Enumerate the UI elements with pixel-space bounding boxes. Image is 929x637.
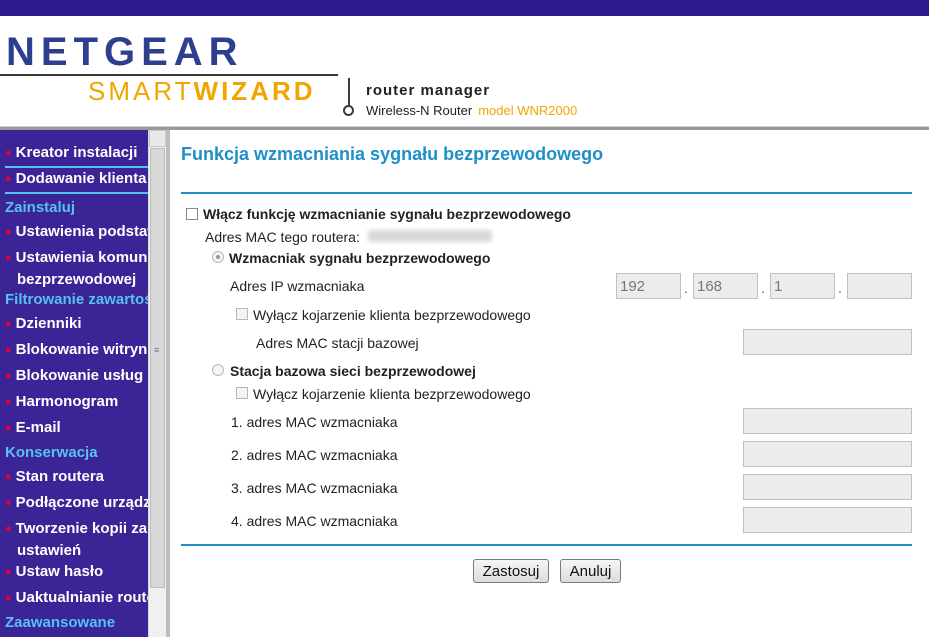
sidebar-item-dodawanie-klienta[interactable]: ● Dodawanie klienta xyxy=(5,169,147,189)
top-bar xyxy=(0,0,929,16)
repeater-disable-assoc-label: Wyłącz kojarzenie klienta bezprzewodoweg… xyxy=(253,307,531,323)
title-rule xyxy=(181,192,912,194)
bullet-icon: ● xyxy=(5,497,12,509)
bullet-icon: ● xyxy=(5,471,12,483)
bullet-icon: ● xyxy=(5,370,12,382)
sidebar-item-kreator-instalacji[interactable]: ● Kreator instalacji xyxy=(5,143,137,163)
enable-repeater-label: Włącz funkcję wzmacnianie sygnału bezprz… xyxy=(203,206,571,222)
sidebar-item-blokowanie-uslug[interactable]: ● Blokowanie usług xyxy=(5,366,143,386)
smartwizard-logo: SMARTWIZARD xyxy=(88,76,316,107)
base-disable-assoc-label: Wyłącz kojarzenie klienta bezprzewodoweg… xyxy=(253,386,531,402)
sidebar-section-filtrowanie[interactable]: Filtrowanie zawartości xyxy=(5,290,148,310)
bullet-icon: ● xyxy=(5,147,12,159)
repeater-mac-2-input[interactable] xyxy=(743,441,912,467)
sidebar-item-ustawienia-komunikacji[interactable]: ●Ustawienia komunikacjibezprzewodowej xyxy=(5,247,148,290)
bullet-icon: ● xyxy=(5,422,12,434)
router-admin-page: NETGEAR SMARTWIZARD router manager Wirel… xyxy=(0,0,929,637)
main-content: Funkcja wzmacniania sygnału bezprzewodow… xyxy=(170,130,929,637)
ip-octet-2-input[interactable] xyxy=(693,273,758,299)
sidebar-item-dzienniki[interactable]: ● Dzienniki xyxy=(5,314,82,334)
scrollbar-thumb[interactable]: ≡ xyxy=(150,148,165,588)
sidebar-item-stan-routera[interactable]: ● Stan routera xyxy=(5,467,104,487)
repeater-mac-3-label: 3. adres MAC wzmacniaka xyxy=(231,480,398,496)
ip-separator: . xyxy=(838,280,842,296)
router-mac-value xyxy=(368,230,492,242)
header: NETGEAR SMARTWIZARD router manager Wirel… xyxy=(0,16,929,126)
bullet-icon: ● xyxy=(5,226,12,238)
repeater-mac-4-label: 4. adres MAC wzmacniaka xyxy=(231,513,398,529)
repeater-disable-assoc-checkbox[interactable] xyxy=(236,308,248,320)
logo-dot-icon xyxy=(343,105,354,116)
repeater-mode-label: Wzmacniak sygnału bezprzewodowego xyxy=(229,250,491,266)
model-name: model WNR2000 xyxy=(478,103,578,118)
router-manager-label: router manager xyxy=(366,82,491,99)
sidebar-item-tworzenie-kopii[interactable]: ●Tworzenie kopii zapasowejustawień xyxy=(5,518,148,561)
sidebar-section-zainstaluj[interactable]: Zainstaluj xyxy=(5,198,75,218)
sidebar-item-ustawienia-podstawowe[interactable]: ●Ustawienia podstawowe xyxy=(5,222,148,242)
sidebar-item-uaktualnianie[interactable]: ●Uaktualnianie routera xyxy=(5,588,148,608)
enable-repeater-checkbox[interactable] xyxy=(186,208,198,220)
bullet-icon: ● xyxy=(5,592,12,604)
base-station-label: Stacja bazowa sieci bezprzewodowej xyxy=(230,363,476,379)
repeater-mac-1-label: 1. adres MAC wzmacniaka xyxy=(231,414,398,430)
bullet-icon: ● xyxy=(5,396,12,408)
base-station-radio[interactable] xyxy=(212,364,224,376)
repeater-mode-radio[interactable] xyxy=(212,251,224,263)
logo-wizard-text: WIZARD xyxy=(193,76,316,106)
bullet-icon: ● xyxy=(5,566,12,578)
sidebar-divider xyxy=(5,166,148,168)
repeater-mac-2-label: 2. adres MAC wzmacniaka xyxy=(231,447,398,463)
bullet-icon: ● xyxy=(5,318,12,330)
netgear-logo: NETGEAR xyxy=(6,30,244,74)
apply-button[interactable]: Zastosuj xyxy=(473,559,549,583)
sidebar-section-konserwacja[interactable]: Konserwacja xyxy=(5,443,98,463)
base-mac-label: Adres MAC stacji bazowej xyxy=(256,335,419,351)
sidebar-item-podlaczone-urzadzenia[interactable]: ●Podłączone urządzenia xyxy=(5,493,148,513)
base-mac-input[interactable] xyxy=(743,329,912,355)
bottom-rule xyxy=(181,544,912,546)
cancel-button[interactable]: Anuluj xyxy=(560,559,621,583)
grip-icon: ≡ xyxy=(154,345,160,355)
sidebar-divider xyxy=(5,192,148,194)
ip-octet-4-input[interactable] xyxy=(847,273,912,299)
base-disable-assoc-checkbox[interactable] xyxy=(236,387,248,399)
repeater-mac-3-input[interactable] xyxy=(743,474,912,500)
bullet-icon: ● xyxy=(5,173,12,185)
ip-octet-3-input[interactable] xyxy=(770,273,835,299)
router-mac-label: Adres MAC tego routera: xyxy=(205,229,360,245)
sidebar-section-zaawansowane[interactable]: Zaawansowane xyxy=(5,613,115,633)
scroll-up-arrow-icon[interactable] xyxy=(149,130,166,147)
bullet-icon: ● xyxy=(5,523,12,535)
repeater-ip-label: Adres IP wzmacniaka xyxy=(230,278,365,294)
sidebar-item-email[interactable]: ● E-mail xyxy=(5,418,61,438)
sidebar-item-harmonogram[interactable]: ● Harmonogram xyxy=(5,392,118,412)
sidebar-menu: ● Kreator instalacji ● Dodawanie klienta Z… xyxy=(0,130,148,637)
ip-separator: . xyxy=(684,280,688,296)
bullet-icon: ● xyxy=(5,252,12,264)
ip-octet-1-input[interactable] xyxy=(616,273,681,299)
sidebar-scrollbar[interactable]: ≡ xyxy=(148,130,166,637)
router-model-label: Wireless-N Router model WNR2000 xyxy=(366,103,577,118)
ip-separator: . xyxy=(761,280,765,296)
router-type: Wireless-N Router xyxy=(366,103,473,118)
repeater-mac-4-input[interactable] xyxy=(743,507,912,533)
sidebar-item-ustaw-haslo[interactable]: ● Ustaw hasło xyxy=(5,562,103,582)
logo-smart-text: SMART xyxy=(88,76,194,106)
repeater-mac-1-input[interactable] xyxy=(743,408,912,434)
sidebar-item-blokowanie-witryn[interactable]: ● Blokowanie witryn xyxy=(5,340,147,360)
bullet-icon: ● xyxy=(5,344,12,356)
page-title: Funkcja wzmacniania sygnału bezprzewodow… xyxy=(181,144,604,164)
